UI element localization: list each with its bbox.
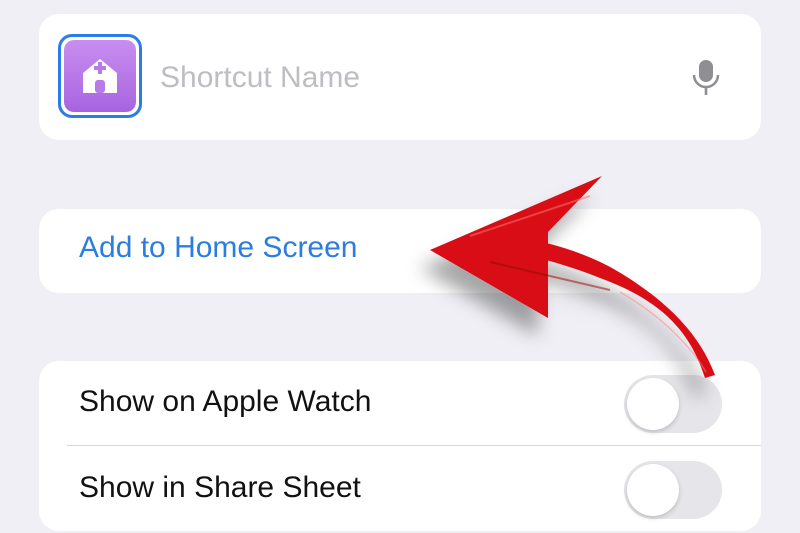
share-sheet-label: Show in Share Sheet [79, 471, 361, 504]
row-divider [67, 445, 761, 446]
add-to-home-screen-button[interactable]: Add to Home Screen [79, 231, 357, 265]
share-sheet-toggle[interactable] [624, 461, 722, 519]
apple-watch-row: Show on Apple Watch [39, 361, 761, 446]
apple-watch-toggle[interactable] [624, 375, 722, 433]
settings-card: Show on Apple Watch Show in Share Sheet [39, 361, 761, 531]
microphone-icon[interactable] [690, 58, 722, 98]
toggle-knob [627, 464, 679, 516]
share-sheet-row: Show in Share Sheet [39, 447, 761, 531]
toggle-knob [627, 378, 679, 430]
add-to-home-card: Add to Home Screen [39, 209, 761, 293]
apple-watch-label: Show on Apple Watch [79, 385, 372, 418]
home-plus-icon [64, 40, 136, 112]
shortcut-name-input[interactable] [160, 56, 640, 100]
shortcut-icon-button[interactable] [58, 34, 142, 118]
